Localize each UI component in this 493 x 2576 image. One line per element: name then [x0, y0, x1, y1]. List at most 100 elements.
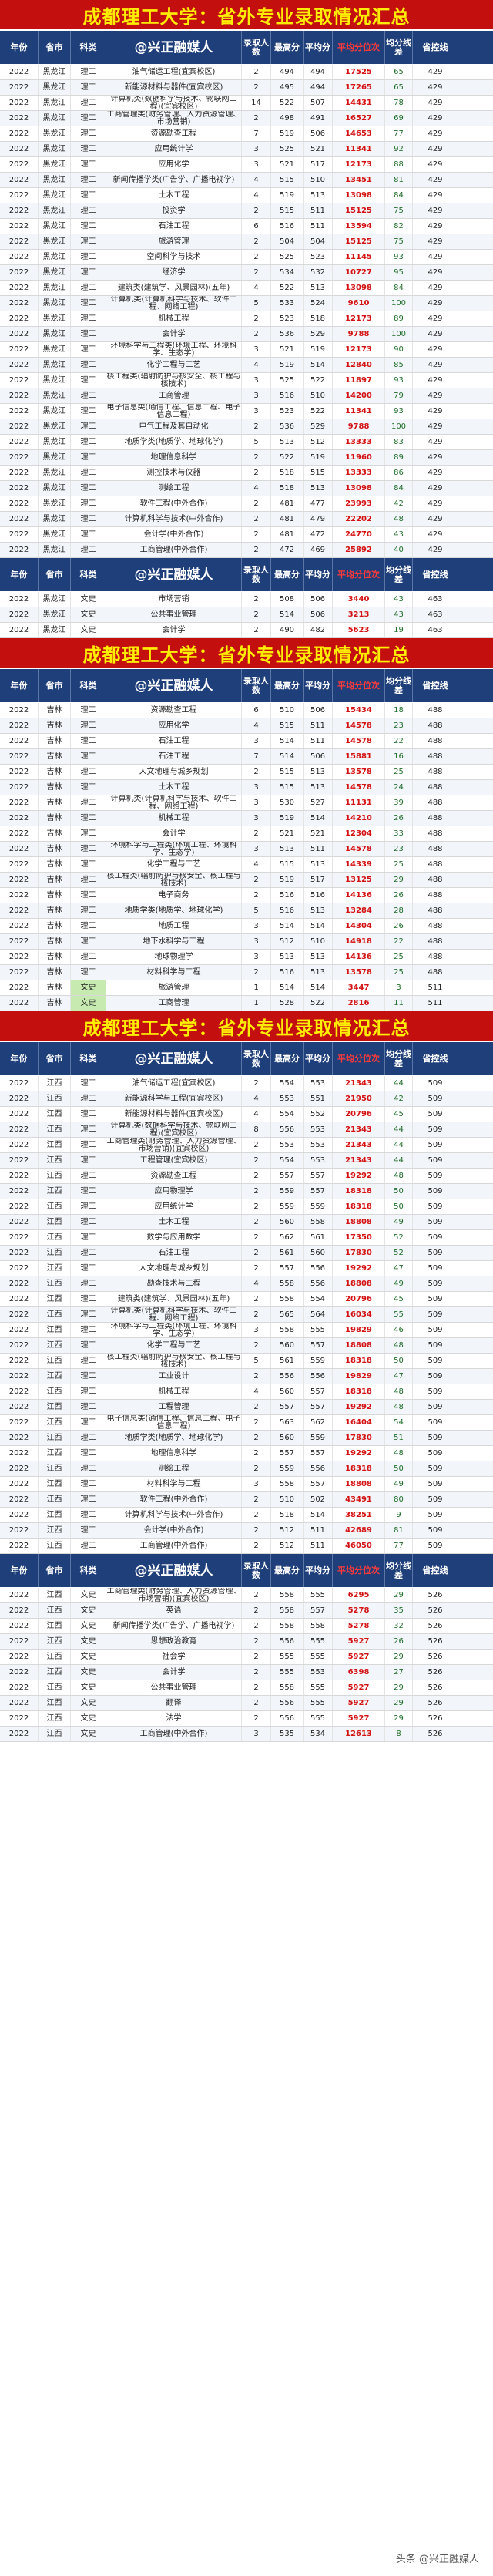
- table-cell: 2022: [0, 934, 39, 949]
- table-cell: 3440: [333, 592, 385, 607]
- table-cell: 江西: [39, 1619, 71, 1633]
- table-cell: 12173: [333, 342, 385, 357]
- table-cell: 47: [385, 1369, 413, 1384]
- table-cell: 513: [304, 765, 333, 779]
- table-cell: 2022: [0, 965, 39, 980]
- table-cell: 资源勘查工程: [106, 1169, 242, 1183]
- table-row: 2022 江西 文史 会计学 2 555 553 6398 27 526: [0, 1665, 493, 1680]
- table-cell: 2: [242, 592, 271, 607]
- table-cell: 519: [304, 450, 333, 465]
- table-cell: 11341: [333, 404, 385, 419]
- table-cell: 工商管理类(财务管理、人力资源管理、市场营销): [106, 111, 242, 126]
- table-cell: 2022: [0, 404, 39, 419]
- table-cell: 2: [242, 1369, 271, 1384]
- column-header: 平均分位次: [333, 669, 385, 702]
- table-cell: 516: [271, 888, 304, 903]
- table-cell: 429: [428, 283, 443, 292]
- section-title-text: 成都理工大学：省外专业录取情况汇总: [82, 5, 411, 28]
- table-cell: 526: [428, 1683, 443, 1692]
- table-cell: 理工: [71, 1400, 106, 1414]
- table-cell: 24: [385, 780, 413, 795]
- table-cell: 5927: [333, 1650, 385, 1664]
- table-cell: 6: [242, 219, 271, 234]
- table-cell: 515: [271, 203, 304, 218]
- table-cell: 13333: [333, 466, 385, 480]
- table-cell: 工商管理(中外合作): [106, 1727, 242, 1741]
- column-header: 平均分: [304, 669, 333, 702]
- table-cell: 519: [304, 342, 333, 357]
- table-row: 2022 黑龙江 理工 新能源材料与器件(宜宾校区) 2 495 494 17265 65 429: [0, 80, 493, 96]
- table-cell: 3: [242, 1477, 271, 1491]
- table-cell: 25: [385, 857, 413, 872]
- table-cell: 测绘工程: [106, 481, 242, 496]
- table-row: 2022 江西 理工 材料科学与工程 3 558 557 18808 49 509: [0, 1477, 493, 1492]
- table-cell: 2: [242, 888, 271, 903]
- table-cell: 509: [428, 1109, 443, 1118]
- table-cell: 2022: [0, 826, 39, 841]
- table-cell: 吉林: [39, 873, 71, 887]
- table-cell: 92: [385, 142, 413, 156]
- table-cell: 江西: [39, 1369, 71, 1384]
- table-cell: 2: [242, 111, 271, 126]
- table-cell: 2022: [0, 1215, 39, 1229]
- table-cell: 计算机类(计算机科学与技术、软件工程、网络工程): [106, 296, 242, 311]
- table-cell: 463: [428, 610, 443, 619]
- table-cell: 429: [428, 98, 443, 107]
- table-cell: 511: [428, 998, 443, 1007]
- column-header: 平均分位次: [333, 1554, 385, 1587]
- table-cell: 29: [385, 1696, 413, 1710]
- table-cell: 514: [271, 919, 304, 933]
- table-cell: 2022: [0, 1680, 39, 1695]
- table-cell: 2022: [0, 765, 39, 779]
- table-cell: 经济学: [106, 265, 242, 280]
- section-title-text: 成都理工大学：省外专业录取情况汇总: [82, 644, 411, 666]
- table-cell: 理工: [71, 749, 106, 764]
- table-cell: 石油工程: [106, 1246, 242, 1260]
- table-cell: 20796: [333, 1292, 385, 1306]
- table-cell: 文史: [71, 1634, 106, 1649]
- table-cell: 22: [385, 934, 413, 949]
- table-cell: 88: [385, 157, 413, 172]
- table-cell: 2022: [0, 1400, 39, 1414]
- table-cell: 495: [271, 80, 304, 95]
- table-cell: 526: [428, 1713, 443, 1723]
- table-cell: 江西: [39, 1230, 71, 1245]
- table-cell: 3: [385, 980, 413, 995]
- table-cell: 429: [428, 160, 443, 169]
- table-cell: 3: [242, 342, 271, 357]
- table-cell: 土木工程: [106, 1215, 242, 1229]
- table-cell: 522: [271, 281, 304, 295]
- table-cell: 地质学类(地质学、地球化学): [106, 1431, 242, 1445]
- table-cell: 561: [271, 1246, 304, 1260]
- table-cell: 理工: [71, 1492, 106, 1507]
- table-cell: 2: [242, 543, 271, 557]
- table-cell: 18318: [333, 1184, 385, 1199]
- table-cell: 563: [271, 1415, 304, 1430]
- table-cell: 黑龙江: [39, 450, 71, 465]
- table-row: 2022 江西 理工 测绘工程 2 559 556 18318 50 509: [0, 1461, 493, 1477]
- table-cell: 6: [242, 703, 271, 718]
- table-cell: 46050: [333, 1539, 385, 1553]
- table-cell: 9788: [333, 419, 385, 434]
- table-header: 年份 省市 科类 @兴正融媒人 录取人数 最高分 平均分 平均分位次 均分线差 省控线: [0, 1554, 493, 1588]
- table-cell: 2: [242, 512, 271, 526]
- column-header: 平均分: [304, 558, 333, 591]
- table-cell: 2: [242, 419, 271, 434]
- table-row: 2022 黑龙江 理工 测控技术与仪器 2 518 515 13333 86 429: [0, 466, 493, 481]
- table-cell: 556: [271, 1711, 304, 1726]
- table-cell: 512: [271, 1539, 304, 1553]
- table-cell: 2022: [0, 1665, 39, 1680]
- table-cell: 理工: [71, 734, 106, 748]
- column-header: 平均分位次: [333, 1042, 385, 1075]
- table-cell: 21343: [333, 1153, 385, 1168]
- table-cell: 土木工程: [106, 780, 242, 795]
- table-cell: 2022: [0, 1492, 39, 1507]
- table-cell: 536: [271, 419, 304, 434]
- table-cell: 509: [428, 1263, 443, 1273]
- table-cell: 理工: [71, 1338, 106, 1353]
- table-cell: 理工: [71, 1107, 106, 1122]
- table-cell: 429: [428, 144, 443, 153]
- table-cell: 地质学类(地质学、地球化学): [106, 435, 242, 449]
- table-cell: 429: [428, 267, 443, 277]
- table-cell: 黑龙江: [39, 265, 71, 280]
